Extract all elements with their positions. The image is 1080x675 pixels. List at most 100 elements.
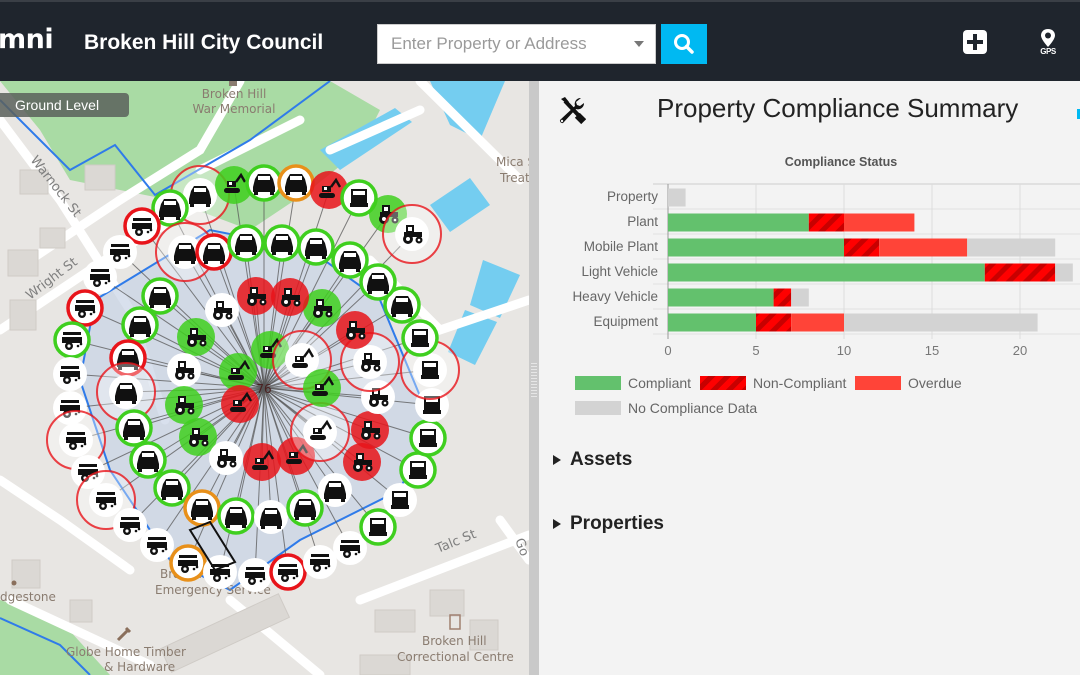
x-tick-label: 15 <box>925 343 939 358</box>
legend-item[interactable]: Overdue <box>855 375 962 391</box>
place-label: War Memorial <box>193 102 276 116</box>
properties-section-toggle[interactable]: Properties <box>553 513 664 535</box>
section-label: Properties <box>570 513 664 534</box>
category-label: Mobile Plant <box>584 239 659 254</box>
car-asset-marker[interactable] <box>153 469 191 507</box>
trailer-asset-marker[interactable] <box>83 260 117 294</box>
bar-overdue[interactable] <box>844 213 915 232</box>
app-logo[interactable]: mni <box>0 24 54 55</box>
map-pin-icon <box>1041 29 1055 47</box>
tractor-asset-marker[interactable] <box>351 411 389 449</box>
car-asset-marker[interactable] <box>183 489 221 527</box>
car-asset-marker[interactable] <box>195 233 233 271</box>
search-button[interactable] <box>661 24 707 64</box>
trailer-asset-marker[interactable] <box>169 544 207 582</box>
truck-asset-marker[interactable] <box>383 483 417 517</box>
trailer-asset-marker[interactable] <box>66 289 104 327</box>
tractor-asset-marker[interactable] <box>205 293 239 327</box>
memorial-icon <box>229 81 237 86</box>
car-asset-marker[interactable] <box>297 228 335 266</box>
trailer-asset-marker[interactable] <box>140 528 174 562</box>
tractor-asset-marker[interactable] <box>209 441 243 475</box>
car-asset-marker[interactable] <box>277 164 315 202</box>
bar-compliant[interactable] <box>668 263 985 282</box>
map-view[interactable]: Broken Hill War Memorial Mica S Treat Br… <box>0 81 529 675</box>
map-canvas[interactable]: Broken Hill War Memorial Mica S Treat Br… <box>0 81 529 675</box>
tractor-asset-marker[interactable] <box>167 353 201 387</box>
legend-label: Compliant <box>628 375 692 391</box>
truck-asset-marker[interactable] <box>359 508 397 546</box>
property-search[interactable] <box>377 24 656 64</box>
ground-level-button[interactable]: Ground Level <box>0 93 129 117</box>
car-asset-marker[interactable] <box>318 473 352 507</box>
tractor-asset-marker[interactable] <box>336 311 374 349</box>
excavator-asset-marker[interactable] <box>290 402 350 462</box>
place-label: & Hardware <box>104 660 175 674</box>
car-asset-marker[interactable] <box>115 409 153 447</box>
excavator-asset-marker[interactable] <box>221 385 259 423</box>
truck-asset-marker[interactable] <box>409 419 447 457</box>
truck-asset-marker[interactable] <box>399 451 437 489</box>
bar-non-compliant[interactable] <box>984 263 1056 282</box>
car-asset-marker[interactable] <box>254 500 288 534</box>
bar-no-compliance-data[interactable] <box>844 313 1038 332</box>
tractor-asset-marker[interactable] <box>343 443 381 481</box>
add-button[interactable] <box>962 29 988 55</box>
tractor-asset-marker[interactable] <box>237 277 275 315</box>
dropdown-arrow-icon[interactable] <box>634 41 644 47</box>
trailer-asset-marker[interactable] <box>269 553 307 591</box>
tractor-asset-marker[interactable] <box>271 278 309 316</box>
trailer-asset-marker[interactable] <box>123 207 161 245</box>
tractor-asset-marker[interactable] <box>382 204 442 264</box>
panel-splitter[interactable] <box>529 81 539 675</box>
trailer-asset-marker[interactable] <box>238 558 272 592</box>
category-label: Plant <box>627 214 658 229</box>
bar-non-compliant[interactable] <box>773 288 792 307</box>
bar-non-compliant[interactable] <box>808 213 844 232</box>
trailer-asset-marker[interactable] <box>303 545 337 579</box>
car-asset-marker[interactable] <box>227 224 265 262</box>
trailer-asset-marker[interactable] <box>53 321 91 359</box>
place-label: Treat <box>499 171 529 185</box>
car-asset-marker[interactable] <box>331 241 369 279</box>
car-asset-marker[interactable] <box>141 277 179 315</box>
car-asset-marker[interactable] <box>217 497 255 535</box>
bar-compliant[interactable] <box>668 238 844 257</box>
bar-overdue[interactable] <box>791 313 844 332</box>
car-asset-marker[interactable] <box>121 306 159 344</box>
car-asset-marker[interactable] <box>286 489 324 527</box>
legend-item[interactable]: Non-Compliant <box>700 375 846 391</box>
compliance-panel: Property Compliance Summary Compliance S… <box>539 81 1080 675</box>
place-label: Correctional Centre <box>397 650 514 664</box>
cluster-count[interactable]: 76 <box>256 382 271 396</box>
legend-swatch <box>575 401 621 415</box>
assets-section-toggle[interactable]: Assets <box>553 449 632 471</box>
car-asset-marker[interactable] <box>245 164 283 202</box>
bar-no-compliance-data[interactable] <box>1055 263 1073 282</box>
bar-non-compliant[interactable] <box>756 313 792 332</box>
excavator-asset-marker[interactable] <box>303 369 341 407</box>
truck-asset-marker[interactable] <box>401 319 439 357</box>
bar-non-compliant[interactable] <box>844 238 880 257</box>
car-asset-marker[interactable] <box>359 263 397 301</box>
bar-compliant[interactable] <box>668 313 756 332</box>
tractor-asset-marker[interactable] <box>177 318 215 356</box>
car-asset-marker[interactable] <box>129 441 167 479</box>
gps-button[interactable]: GPS <box>1036 28 1060 60</box>
trailer-asset-marker[interactable] <box>113 508 147 542</box>
trailer-asset-marker[interactable] <box>53 357 87 391</box>
legend-item[interactable]: Compliant <box>575 375 691 391</box>
bar-compliant[interactable] <box>668 213 809 232</box>
bar-overdue[interactable] <box>879 238 968 257</box>
legend-item[interactable]: No Compliance Data <box>575 400 757 416</box>
splitter-grip[interactable] <box>531 363 537 397</box>
car-asset-marker[interactable] <box>263 224 301 262</box>
property-search-input[interactable] <box>378 25 618 63</box>
bar-no-compliance-data[interactable] <box>668 188 686 207</box>
excavator-asset-marker[interactable] <box>243 443 281 481</box>
place-label: Mica S <box>496 155 529 169</box>
category-label: Heavy Vehicle <box>572 289 658 304</box>
bar-compliant[interactable] <box>668 288 774 307</box>
bar-no-compliance-data[interactable] <box>967 238 1056 257</box>
bar-no-compliance-data[interactable] <box>791 288 809 307</box>
